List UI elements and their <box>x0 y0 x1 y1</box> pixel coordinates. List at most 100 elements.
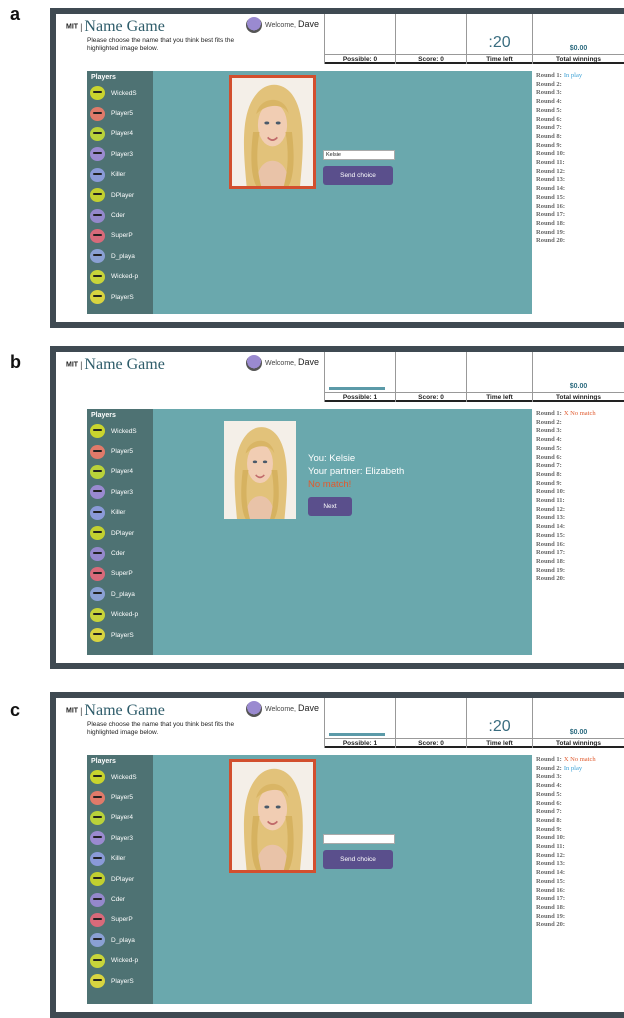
player-name: DPlayer <box>111 875 135 883</box>
panel-label: b <box>10 352 21 372</box>
stat-winnings: $0.00 Total winnings <box>532 352 624 402</box>
player-item[interactable]: Player3 <box>87 828 153 848</box>
player-item[interactable]: Cder <box>87 205 153 225</box>
app-title: MIT | Name Game <box>66 702 165 720</box>
player-item[interactable]: Player4 <box>87 462 153 482</box>
player-item[interactable]: Player4 <box>87 808 153 828</box>
round-item: Round 8: <box>536 471 624 480</box>
round-item: Round 4: <box>536 98 624 107</box>
title-separator: | <box>80 22 83 32</box>
player-item[interactable]: D_playa <box>87 930 153 950</box>
player-item[interactable]: SuperP <box>87 564 153 584</box>
stat-possible: Possible: 1 <box>324 352 395 402</box>
round-item: Round 10: <box>536 488 624 497</box>
winnings-label: Total winnings <box>533 392 624 401</box>
round-item: Round 17: <box>536 211 624 220</box>
round-item: Round 17: <box>536 895 624 904</box>
player-item[interactable]: PlayerS <box>87 625 153 645</box>
player-name: Cder <box>111 550 126 558</box>
players-sidebar: Players WickedS Player5 Player4 Player3 Kille… <box>87 755 153 1004</box>
time-label: Time left <box>467 738 532 747</box>
player-avatar-icon <box>90 770 105 785</box>
round-label: Round 1: <box>536 410 562 417</box>
round-label: Round 18: <box>536 219 566 227</box>
round-label: Round 16: <box>536 202 566 210</box>
round-label: Round 11: <box>536 843 565 851</box>
send-choice-button[interactable]: Send choice <box>323 850 393 869</box>
player-item[interactable]: SuperP <box>87 226 153 246</box>
player-name: Player4 <box>111 814 134 822</box>
player-name: Player3 <box>111 488 134 496</box>
round-item: Round 11: <box>536 497 624 506</box>
player-item[interactable]: Player3 <box>87 482 153 502</box>
player-name: D_playa <box>111 252 135 260</box>
player-avatar-icon <box>90 86 105 101</box>
player-item[interactable]: Wicked-p <box>87 605 153 625</box>
round-item: Round 12: <box>536 852 624 861</box>
player-item[interactable]: Player5 <box>87 441 153 461</box>
player-item[interactable]: PlayerS <box>87 287 153 307</box>
score-label: Score: 0 <box>396 738 466 747</box>
round-item: Round 6: <box>536 116 624 125</box>
round-label: Round 8: <box>536 470 562 478</box>
rounds-list: Round 1: In play Round 2: Round 3: Round 4: R… <box>536 72 624 246</box>
rounds-list: Round 1: X No match Round 2: Round 3: Round … <box>536 410 624 584</box>
round-label: Round 17: <box>536 211 566 219</box>
round-item: Round 19: <box>536 913 624 922</box>
round-item: Round 5: <box>536 445 624 454</box>
player-item[interactable]: WickedS <box>87 83 153 103</box>
round-item: Round 6: <box>536 454 624 463</box>
avatar-icon <box>246 355 262 371</box>
round-item: Round 20: <box>536 575 624 584</box>
player-item[interactable]: DPlayer <box>87 869 153 889</box>
welcome-label: Welcome, <box>265 359 296 367</box>
players-heading: Players <box>91 74 116 81</box>
name-choice-input[interactable] <box>323 834 395 844</box>
player-item[interactable]: WickedS <box>87 767 153 787</box>
player-item[interactable]: Wicked-p <box>87 951 153 971</box>
next-button[interactable]: Next <box>308 497 352 516</box>
player-item[interactable]: Killer <box>87 165 153 185</box>
mit-logo-text: MIT <box>66 707 79 715</box>
your-choice-text: You: Kelsie <box>308 453 356 464</box>
player-item[interactable]: SuperP <box>87 910 153 930</box>
player-avatar-icon <box>90 953 105 968</box>
send-choice-button[interactable]: Send choice <box>323 166 393 185</box>
player-avatar-icon <box>90 628 105 643</box>
player-item[interactable]: Cder <box>87 889 153 909</box>
player-item[interactable]: D_playa <box>87 246 153 266</box>
player-item[interactable]: PlayerS <box>87 971 153 991</box>
round-item: Round 9: <box>536 826 624 835</box>
player-item[interactable]: DPlayer <box>87 523 153 543</box>
player-item[interactable]: Killer <box>87 849 153 869</box>
player-item[interactable]: Player3 <box>87 144 153 164</box>
app-window: MIT | Name Game Please choose the name that… <box>56 14 624 322</box>
player-avatar-icon <box>90 831 105 846</box>
title-separator: | <box>80 360 83 370</box>
player-item[interactable]: D_playa <box>87 584 153 604</box>
round-label: Round 2: <box>536 80 562 88</box>
player-item[interactable]: Cder <box>87 543 153 563</box>
player-item[interactable]: Player4 <box>87 124 153 144</box>
player-item[interactable]: DPlayer <box>87 185 153 205</box>
username: Dave <box>298 356 320 367</box>
name-choice-input[interactable]: Kelsie <box>323 150 395 160</box>
players-sidebar: Players WickedS Player5 Player4 Player3 Kille… <box>87 71 153 314</box>
player-item[interactable]: Wicked-p <box>87 267 153 287</box>
round-item: Round 3: <box>536 773 624 782</box>
round-status: X No match <box>563 756 596 763</box>
username: Dave <box>298 18 320 29</box>
stat-time: :20 Time left <box>466 14 532 64</box>
play-area: Send choice <box>153 755 532 1004</box>
round-item: Round 14: <box>536 869 624 878</box>
round-status: In play <box>563 72 583 79</box>
game-title: Name Game <box>84 702 165 719</box>
round-status: In play <box>563 764 583 772</box>
player-item[interactable]: Player5 <box>87 103 153 123</box>
welcome-label: Welcome, <box>265 705 296 713</box>
player-item[interactable]: WickedS <box>87 421 153 441</box>
round-label: Round 7: <box>536 808 562 816</box>
player-item[interactable]: Player5 <box>87 787 153 807</box>
player-item[interactable]: Killer <box>87 503 153 523</box>
round-label: Round 17: <box>536 549 566 557</box>
